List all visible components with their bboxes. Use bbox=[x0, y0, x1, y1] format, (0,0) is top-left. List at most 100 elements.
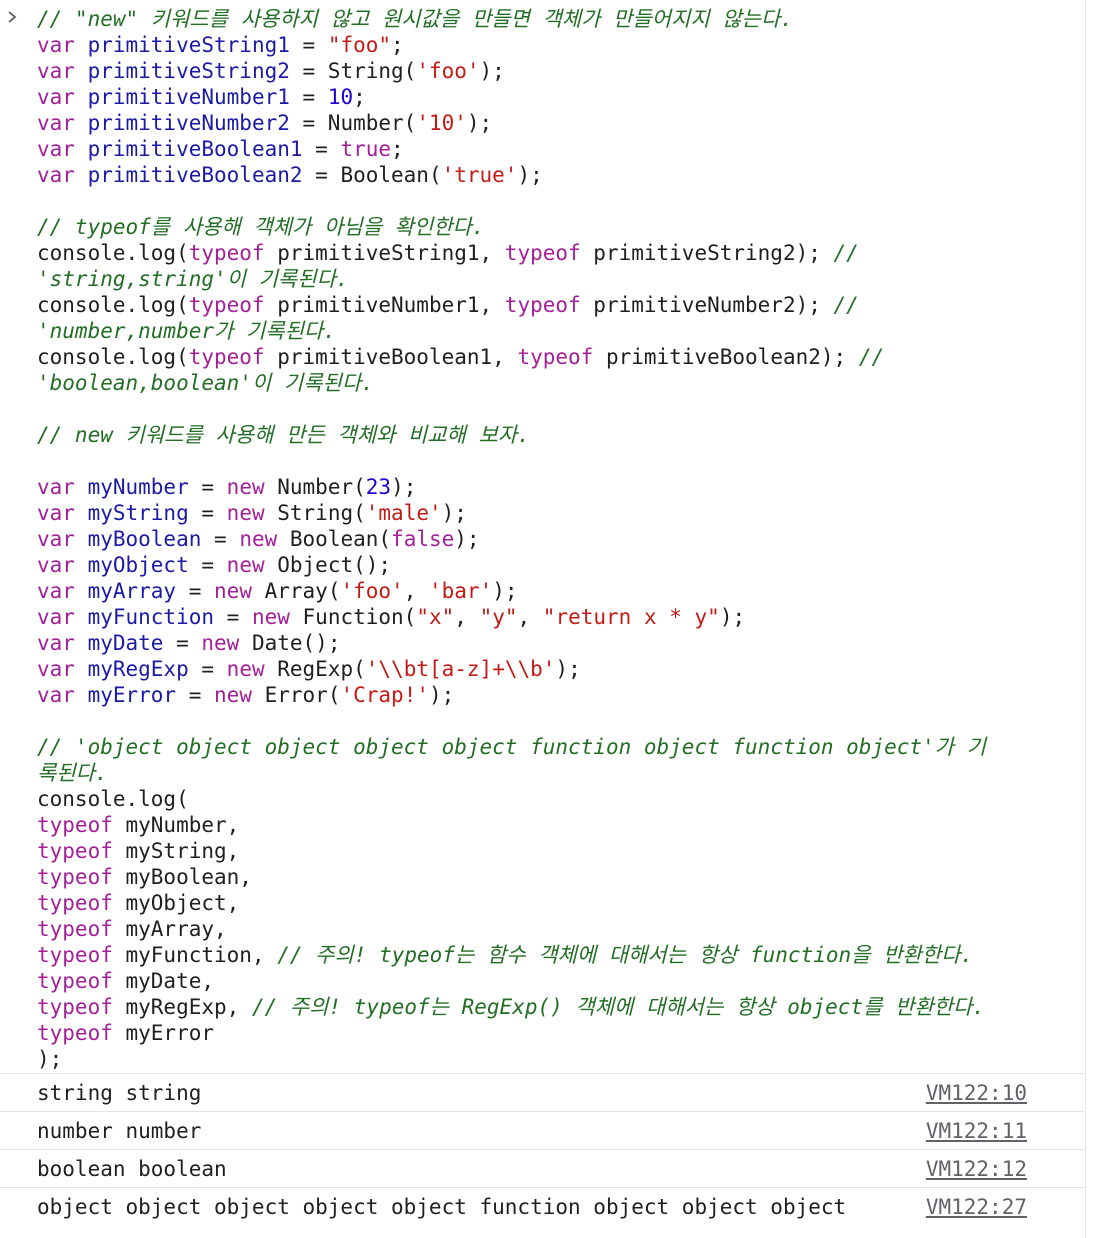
code-token: var bbox=[37, 605, 88, 629]
source-link[interactable]: VM122:11 bbox=[926, 1112, 1027, 1150]
code-token: 'number,number가 기록된다. bbox=[37, 319, 336, 343]
code-token: // bbox=[833, 293, 859, 317]
code-token: new bbox=[226, 475, 265, 499]
code-token: myArray bbox=[87, 579, 177, 603]
code-line: var myRegExp = new RegExp('\\bt[a-z]+\\b… bbox=[37, 656, 1080, 682]
source-link[interactable]: VM122:10 bbox=[926, 1074, 1027, 1112]
code-token: myArray, bbox=[112, 917, 227, 941]
code-token: ); bbox=[492, 579, 518, 603]
code-line: 'boolean,boolean'이 기록된다. bbox=[37, 370, 1080, 396]
code-token: new bbox=[239, 527, 278, 551]
code-token: typeof bbox=[37, 839, 113, 863]
code-line: typeof myRegExp, // 주의! typeof는 RegExp()… bbox=[37, 994, 1080, 1020]
code-token: = Boolean( bbox=[302, 163, 442, 187]
code-token: = Number( bbox=[289, 111, 417, 135]
code-token: typeof bbox=[37, 1021, 113, 1045]
code-token: Boolean( bbox=[277, 527, 392, 551]
code-line: var myError = new Error('Crap!'); bbox=[37, 682, 1080, 708]
code-line: console.log(typeof primitiveBoolean1, ty… bbox=[37, 344, 1080, 370]
code-token: = bbox=[201, 527, 240, 551]
code-line: var primitiveNumber2 = Number('10'); bbox=[37, 110, 1080, 136]
code-line: 록된다. bbox=[37, 760, 1080, 786]
code-token: ); bbox=[719, 605, 746, 629]
code-token: myString bbox=[87, 501, 189, 525]
source-link[interactable]: VM122:27 bbox=[926, 1188, 1027, 1226]
code-token: 'foo' bbox=[340, 579, 404, 603]
code-token: primitiveBoolean2); bbox=[593, 345, 859, 369]
code-token: var bbox=[37, 85, 88, 109]
output-text: object object object object object funct… bbox=[37, 1195, 847, 1219]
code-token: Object(); bbox=[264, 553, 392, 577]
chevron-right-icon[interactable] bbox=[5, 10, 19, 24]
code-line: var myString = new String('male'); bbox=[37, 500, 1080, 526]
code-token: = bbox=[214, 605, 252, 629]
code-token: 'male' bbox=[365, 501, 442, 525]
code-token: myObject bbox=[87, 553, 189, 577]
code-token: = bbox=[188, 501, 227, 525]
code-token: // bbox=[833, 241, 859, 265]
code-line: console.log(typeof primitiveNumber1, typ… bbox=[37, 292, 1080, 318]
code-line: var myNumber = new Number(23); bbox=[37, 474, 1080, 500]
code-line: typeof myDate, bbox=[37, 968, 1080, 994]
code-token: = bbox=[188, 553, 227, 577]
console-output-list: string string VM122:10 number number VM122:… bbox=[0, 1074, 1084, 1226]
code-token: = bbox=[176, 579, 215, 603]
code-token: , bbox=[454, 605, 480, 629]
code-token: var bbox=[37, 59, 88, 83]
code-line: var myObject = new Object(); bbox=[37, 552, 1080, 578]
console-panel: // "new" 키워드를 사용하지 않고 원시값을 만들면 객체가 만들어지지… bbox=[0, 0, 1084, 1238]
code-token: ); bbox=[479, 59, 505, 83]
code-token: false bbox=[391, 527, 455, 551]
code-token: myError bbox=[112, 1021, 215, 1045]
code-token: primitiveNumber2); bbox=[580, 293, 834, 317]
code-token: 'Crap!' bbox=[340, 683, 429, 707]
code-token: ; bbox=[353, 85, 366, 109]
code-token: var bbox=[37, 657, 88, 681]
code-token: myNumber bbox=[87, 475, 189, 499]
code-token: var bbox=[37, 475, 88, 499]
code-token: new bbox=[226, 501, 265, 525]
code-line: typeof myArray, bbox=[37, 916, 1080, 942]
code-token: myString, bbox=[112, 839, 240, 863]
code-token: // "new" 키워드를 사용하지 않고 원시값을 만들면 객체가 만들어지지… bbox=[37, 7, 793, 31]
code-token: ); bbox=[466, 111, 493, 135]
code-token: = String( bbox=[289, 59, 417, 83]
code-token: '\\bt[a-z]+\\b' bbox=[365, 657, 556, 681]
code-token: 'true' bbox=[441, 163, 518, 187]
code-token: primitiveBoolean2 bbox=[87, 163, 303, 187]
code-line: typeof myFunction, // 주의! typeof는 함수 객체에… bbox=[37, 942, 1080, 968]
code-token: new bbox=[226, 553, 265, 577]
code-token: 'bar' bbox=[429, 579, 493, 603]
code-token: typeof bbox=[37, 865, 113, 889]
code-line: 'string,string'이 기록된다. bbox=[37, 266, 1080, 292]
code-line: // 'object object object object object f… bbox=[37, 734, 1080, 760]
code-token: var bbox=[37, 137, 88, 161]
code-token: ); bbox=[454, 527, 480, 551]
code-token: ); bbox=[441, 501, 467, 525]
code-token: primitiveString1 bbox=[87, 33, 290, 57]
code-token: String( bbox=[264, 501, 366, 525]
code-token: Function( bbox=[289, 605, 417, 629]
code-token: Number( bbox=[264, 475, 366, 499]
console-input-entry[interactable]: // "new" 키워드를 사용하지 않고 원시값을 만들면 객체가 만들어지지… bbox=[0, 0, 1084, 1074]
code-token: new bbox=[214, 683, 252, 707]
code-token: ; bbox=[391, 33, 404, 57]
code-token: ; bbox=[391, 137, 404, 161]
code-token: myFunction, bbox=[112, 943, 278, 967]
code-token: typeof bbox=[37, 813, 113, 837]
code-token: ); bbox=[517, 163, 543, 187]
code-token: Date(); bbox=[239, 631, 341, 655]
code-token: ); bbox=[555, 657, 581, 681]
code-token: "foo" bbox=[327, 33, 392, 57]
vertical-scrollbar[interactable] bbox=[1085, 0, 1112, 1238]
code-line: var primitiveNumber1 = 10; bbox=[37, 84, 1080, 110]
source-link[interactable]: VM122:12 bbox=[926, 1150, 1027, 1188]
code-token: primitiveBoolean1, bbox=[264, 345, 518, 369]
code-token: typeof bbox=[517, 345, 594, 369]
code-token: myDate bbox=[87, 631, 164, 655]
code-token: = bbox=[188, 657, 227, 681]
code-line: 'number,number가 기록된다. bbox=[37, 318, 1080, 344]
code-token: "x" bbox=[416, 605, 455, 629]
code-token: myError bbox=[87, 683, 177, 707]
